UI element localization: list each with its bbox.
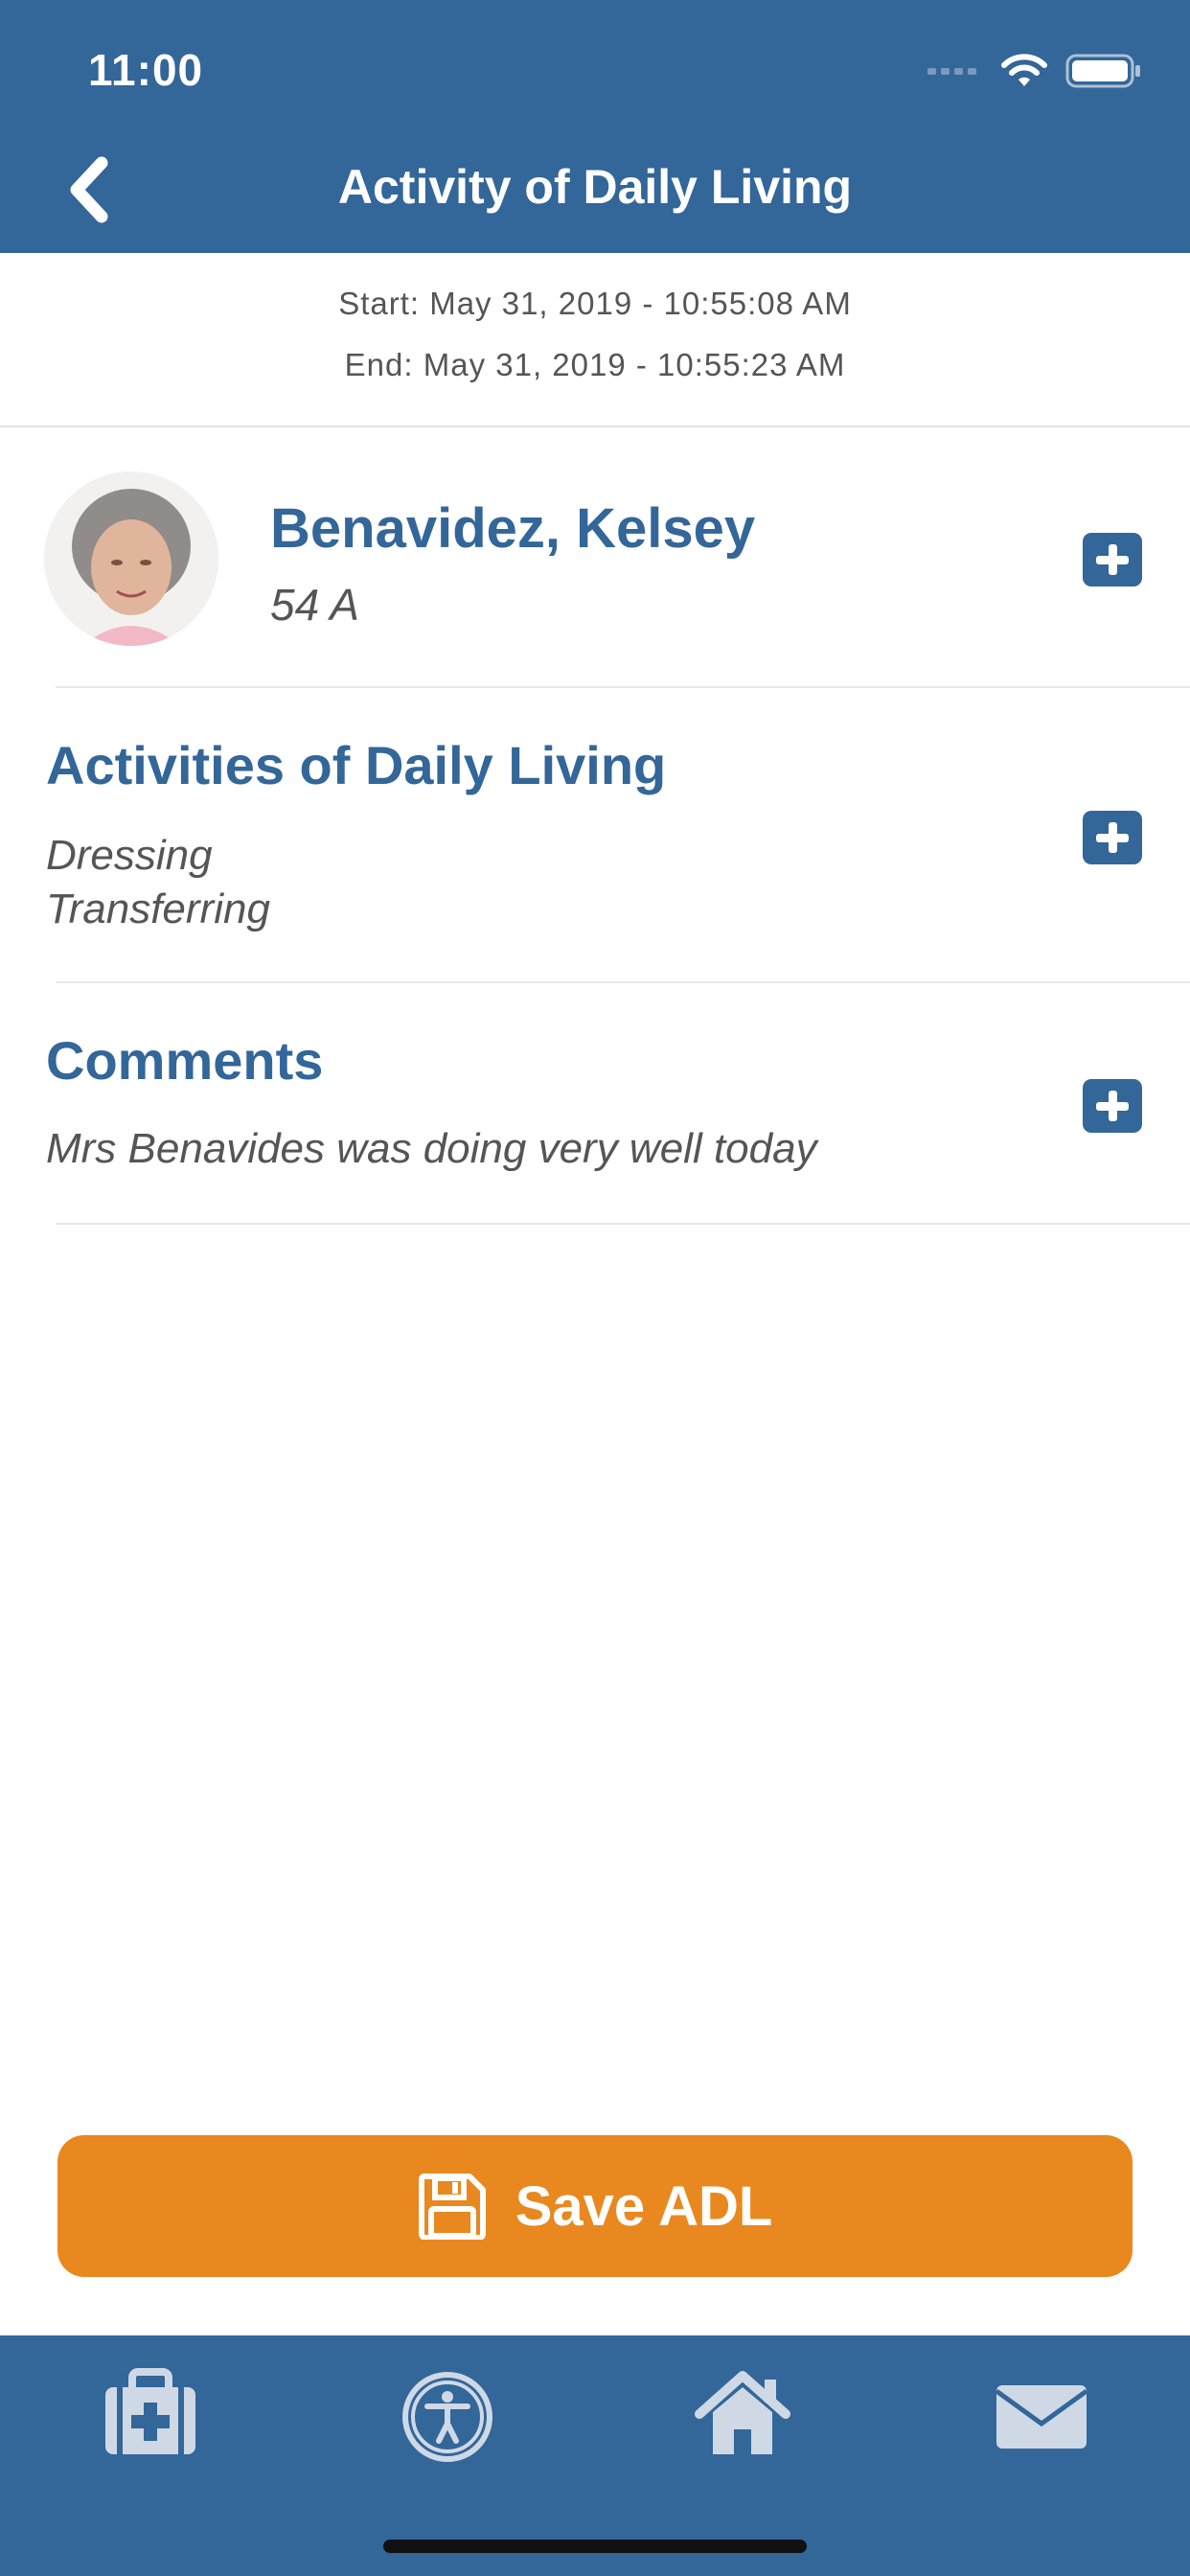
save-label: Save ADL — [515, 2174, 773, 2238]
save-adl-button[interactable]: Save ADL — [57, 2135, 1133, 2277]
adl-title: Activities of Daily Living — [46, 735, 667, 795]
signal-icon — [927, 68, 976, 75]
comments-title: Comments — [46, 1030, 324, 1091]
tab-home[interactable] — [680, 2364, 805, 2470]
page-title: Activity of Daily Living — [337, 160, 853, 214]
add-resident-button[interactable] — [1083, 533, 1142, 586]
home-icon — [695, 2371, 790, 2454]
battery-icon — [1065, 54, 1140, 88]
comments-section[interactable] — [0, 983, 1190, 1223]
status-icons — [926, 50, 1142, 92]
medical-kit-icon — [105, 2368, 195, 2454]
app-header: 11:00 Activity of Daily Living — [0, 0, 1190, 253]
mail-icon — [995, 2385, 1088, 2449]
floppy-disk-icon — [418, 2174, 486, 2240]
comment-text: Mrs Benavides was doing very well today — [46, 1125, 817, 1172]
accessibility-icon — [402, 2372, 492, 2462]
resident-name: Benavidez, Kelsey — [270, 497, 756, 560]
divider — [56, 1223, 1190, 1225]
home-indicator — [383, 2540, 807, 2553]
tab-accessibility[interactable] — [385, 2364, 510, 2470]
resident-room: 54 A — [270, 580, 359, 630]
add-adl-button[interactable] — [1083, 811, 1142, 864]
adl-item: Transferring — [46, 886, 270, 932]
wifi-icon — [1001, 54, 1047, 86]
tab-medical[interactable] — [88, 2364, 213, 2470]
end-time: End: May 31, 2019 - 10:55:23 AM — [344, 347, 846, 382]
status-time: 11:00 — [88, 45, 204, 95]
session-times: Start: May 31, 2019 - 10:55:08 AM End: M… — [0, 253, 1190, 427]
tab-mail[interactable] — [979, 2364, 1104, 2470]
avatar — [44, 472, 218, 646]
adl-item: Dressing — [46, 832, 213, 879]
add-comment-button[interactable] — [1083, 1079, 1142, 1133]
start-time: Start: May 31, 2019 - 10:55:08 AM — [338, 286, 852, 321]
